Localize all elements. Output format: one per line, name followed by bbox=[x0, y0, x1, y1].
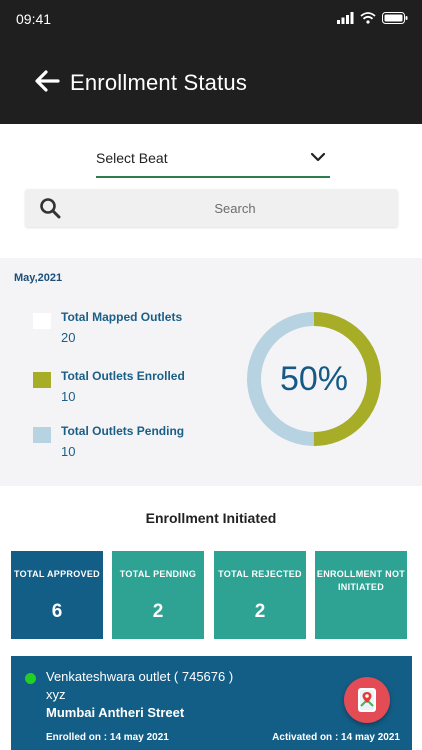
status-bar: 09:41 bbox=[0, 0, 422, 38]
search-icon[interactable] bbox=[39, 197, 61, 219]
stat-label: TOTAL APPROVED bbox=[14, 569, 100, 579]
legend-label: Total Outlets Pending bbox=[61, 424, 185, 438]
stat-label: ENROLLMENT NOT INITIATED bbox=[316, 569, 406, 592]
search-bar bbox=[25, 189, 398, 227]
stat-value: 2 bbox=[152, 601, 164, 622]
legend-swatch-mapped bbox=[33, 313, 51, 329]
stat-card-total-rejected[interactable]: TOTAL REJECTED 2 bbox=[214, 551, 306, 639]
legend-value: 20 bbox=[61, 330, 76, 345]
status-time: 09:41 bbox=[16, 11, 52, 27]
stat-label: TOTAL PENDING bbox=[119, 569, 197, 579]
summary-month: May,2021 bbox=[14, 272, 63, 284]
stat-label: TOTAL REJECTED bbox=[218, 569, 302, 579]
status-icons bbox=[337, 12, 408, 24]
legend-label: Total Outlets Enrolled bbox=[61, 369, 185, 383]
outlet-address: Mumbai Antheri Street bbox=[46, 705, 185, 720]
battery-icon bbox=[382, 12, 408, 24]
donut-percent-label: 50% bbox=[279, 360, 349, 398]
chevron-down-icon bbox=[310, 152, 326, 162]
app-header: Enrollment Status bbox=[0, 38, 422, 124]
legend-swatch-enrolled bbox=[33, 372, 51, 388]
stat-value: 6 bbox=[51, 601, 63, 622]
enrollment-donut-chart: 50% bbox=[244, 309, 384, 449]
back-arrow-icon[interactable] bbox=[34, 70, 60, 92]
stat-card-total-pending[interactable]: TOTAL PENDING 2 bbox=[112, 551, 204, 639]
legend-value: 10 bbox=[61, 444, 76, 459]
signal-icon bbox=[337, 12, 354, 24]
outlet-card[interactable]: Venkateshwara outlet ( 745676 ) xyz Mumb… bbox=[11, 656, 412, 750]
outlet-activated-date: Activated on : 14 may 2021 bbox=[272, 732, 400, 743]
active-status-dot bbox=[25, 673, 36, 684]
wifi-icon bbox=[360, 12, 376, 24]
beat-dropdown[interactable]: Select Beat bbox=[96, 140, 330, 178]
stat-value: 2 bbox=[254, 601, 266, 622]
outlet-owner: xyz bbox=[46, 687, 66, 702]
search-input[interactable] bbox=[85, 189, 385, 227]
enrollment-section-title: Enrollment Initiated bbox=[145, 510, 277, 526]
legend-value: 10 bbox=[61, 389, 76, 404]
outlet-enrolled-date: Enrolled on : 14 may 2021 bbox=[46, 732, 169, 743]
map-location-button[interactable] bbox=[344, 677, 390, 723]
outlet-name: Venkateshwara outlet ( 745676 ) bbox=[46, 669, 234, 684]
stat-card-enrollment-not-initiated[interactable]: ENROLLMENT NOT INITIATED bbox=[315, 551, 407, 639]
page-title: Enrollment Status bbox=[70, 70, 248, 95]
legend-swatch-pending bbox=[33, 427, 51, 443]
stat-card-total-approved[interactable]: TOTAL APPROVED 6 bbox=[11, 551, 103, 639]
legend-label: Total Mapped Outlets bbox=[61, 310, 183, 324]
outlet-summary-panel: May,2021 Total Mapped Outlets 20 Total O… bbox=[0, 258, 422, 486]
beat-dropdown-label: Select Beat bbox=[96, 150, 168, 166]
map-pin-icon bbox=[358, 688, 376, 712]
